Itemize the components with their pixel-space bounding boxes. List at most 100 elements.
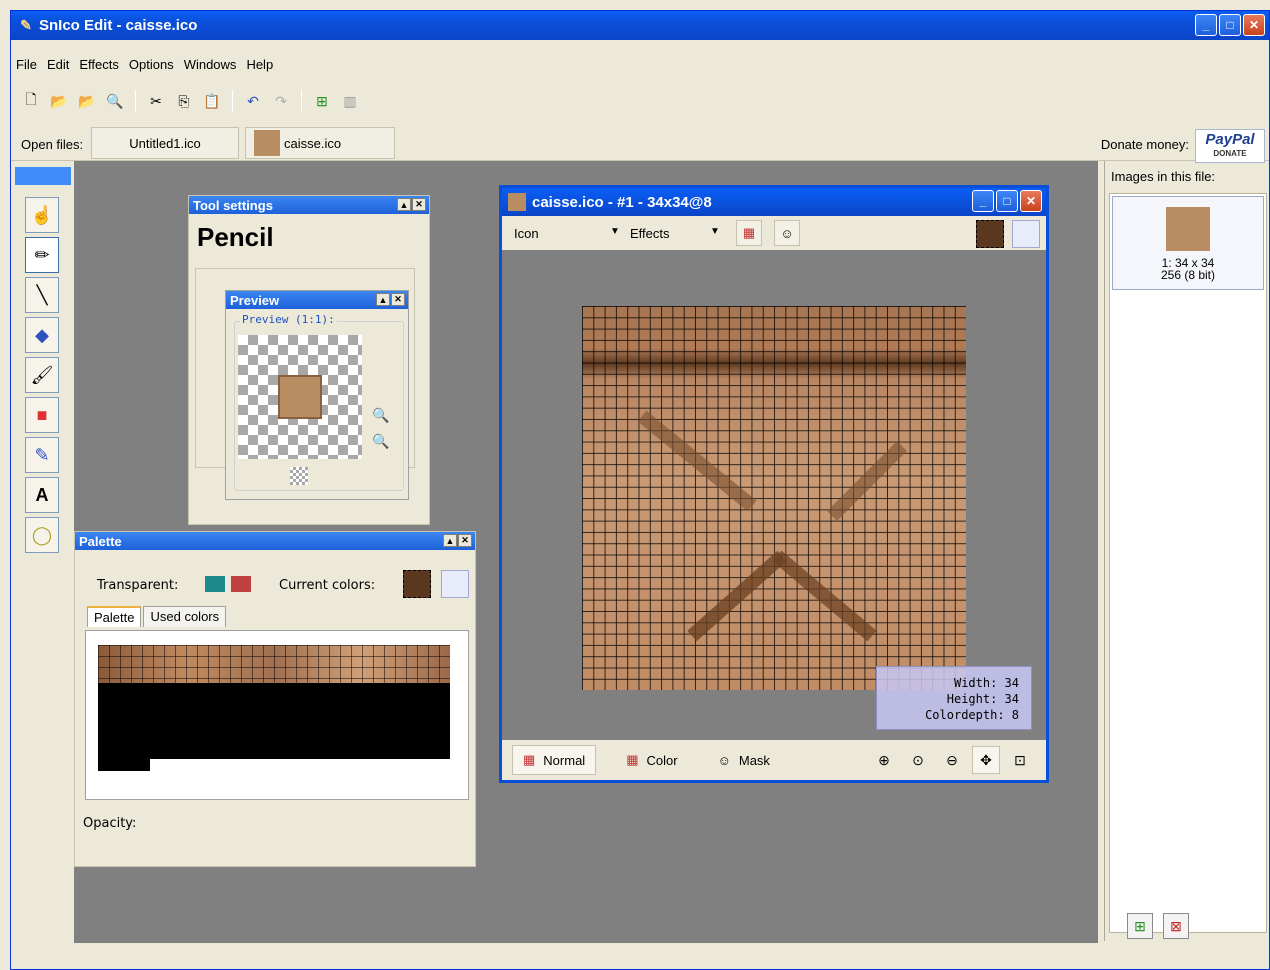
icon-editor-window: caisse.ico - #1 - 34x34@8 _ □ ✕ Icon ▼ E… (499, 185, 1049, 783)
icon-editor-titlebar: caisse.ico - #1 - 34x34@8 _ □ ✕ (502, 188, 1046, 216)
title-bar: ✎ SnIco Edit - caisse.ico _ □ ✕ (11, 11, 1269, 40)
image-depth-label: 256 (8 bit) (1160, 268, 1216, 282)
preview-panel: Preview ▲ ✕ Preview (1:1): 🔍 🔍 (225, 290, 409, 500)
lasso-tool-icon[interactable]: ◯ (25, 517, 59, 553)
delete-image-icon[interactable]: ⊠ (1163, 913, 1189, 939)
copy-icon[interactable]: ⎘ (172, 89, 196, 113)
preview-group-label: Preview (1:1): (240, 313, 337, 326)
panel-close-icon[interactable]: ✕ (412, 198, 426, 211)
color-mode-button[interactable]: ▦ Color (616, 745, 687, 775)
mask-mode-icon: ☺ (717, 752, 731, 768)
icon-editor-bottom-bar: ▦ Normal ▦ Color ☺ Mask ⊕ ⊙ ⊖ ✥ ⊡ (502, 740, 1046, 780)
zoom-out-icon[interactable]: 🔍 (372, 433, 389, 450)
line-tool-icon[interactable]: ╲ (25, 277, 59, 313)
menu-options[interactable]: Options (124, 55, 179, 77)
maximize-button[interactable]: □ (1219, 14, 1241, 36)
panel-collapse-icon[interactable]: ▲ (443, 534, 457, 547)
pixel-canvas[interactable] (582, 306, 966, 690)
tool-settings-title: Tool settings (193, 197, 273, 213)
app-title: SnIco Edit - caisse.ico (39, 17, 198, 34)
info-colordepth: Colordepth: 8 (925, 708, 1019, 722)
resize-icon[interactable]: ⊡ (1006, 746, 1034, 774)
menu-bar: File Edit Effects Options Windows Help (11, 55, 278, 77)
redo-icon[interactable]: ↷ (269, 89, 293, 113)
minimize-button[interactable]: _ (972, 190, 994, 212)
menu-windows[interactable]: Windows (179, 55, 242, 77)
primary-color-swatch[interactable] (403, 570, 431, 598)
new-icon[interactable]: 🗋 (19, 89, 43, 113)
mode-select[interactable]: Icon (514, 226, 539, 241)
mask-mode-icon[interactable]: ☺ (774, 220, 800, 246)
open-icon[interactable]: 📂 (47, 89, 71, 113)
secondary-color-swatch[interactable] (441, 570, 469, 598)
image-thumbnail[interactable]: 1: 34 x 34 256 (8 bit) (1112, 196, 1264, 290)
delete-icon[interactable]: ▥ (338, 89, 362, 113)
zoom-out-icon[interactable]: ⊖ (938, 746, 966, 774)
tool-settings-panel: Tool settings ▲ ✕ Pencil Preview ▲ ✕ Previ… (188, 195, 430, 525)
color-mode-icon[interactable]: ▦ (736, 220, 762, 246)
cut-icon[interactable]: ✂ (144, 89, 168, 113)
file-tab-untitled[interactable]: Untitled1.ico (91, 127, 239, 159)
current-colors-label: Current colors: (279, 578, 376, 593)
menu-effects[interactable]: Effects (74, 55, 124, 77)
text-tool-icon[interactable]: A (25, 477, 59, 513)
app-window: ✎ SnIco Edit - caisse.ico _ □ ✕ File Edi… (10, 10, 1270, 970)
palette-colors[interactable] (98, 645, 450, 683)
fill-tool-icon[interactable]: ◆ (25, 317, 59, 353)
panel-collapse-icon[interactable]: ▲ (376, 293, 390, 306)
mask-mode-button[interactable]: ☺ Mask (708, 745, 780, 775)
paste-icon[interactable]: 📋 (200, 89, 224, 113)
open-files-label: Open files: (21, 137, 84, 152)
palette-grid[interactable] (85, 630, 469, 800)
info-width: Width: 34 (953, 676, 1019, 690)
add-image-icon[interactable]: ⊞ (1127, 913, 1153, 939)
properties-icon[interactable]: 🔍 (103, 89, 127, 113)
tab-palette[interactable]: Palette (87, 606, 142, 627)
preview-titlebar: Preview ▲ ✕ (226, 291, 408, 309)
add-image-icon[interactable]: ⊞ (310, 89, 334, 113)
eraser-tool-icon[interactable]: ✎ (25, 437, 59, 473)
zoom-in-icon[interactable]: 🔍 (372, 407, 389, 424)
panel-collapse-icon[interactable]: ▲ (397, 198, 411, 211)
close-button[interactable]: ✕ (1020, 190, 1042, 212)
paypal-donate-button[interactable]: PayPal DONATE (1195, 129, 1265, 163)
normal-mode-button[interactable]: ▦ Normal (512, 745, 597, 775)
icon-editor-toolbar: Icon ▼ Effects ▼ ▦ ☺ (502, 216, 1046, 250)
crate-icon (1166, 207, 1210, 251)
rectangle-tool-icon[interactable]: ■ (25, 397, 59, 433)
transparent-inverse-icon[interactable] (231, 576, 251, 592)
effects-select[interactable]: Effects (630, 226, 670, 241)
chevron-down-icon[interactable]: ▼ (610, 226, 620, 237)
primary-color-swatch[interactable] (976, 220, 1004, 248)
transparency-toggle-icon[interactable] (290, 467, 308, 485)
palette-panel: Palette ▲ ✕ Transparent: Current colors: … (74, 531, 476, 867)
color-picker-icon[interactable]: 🖌 (25, 357, 59, 393)
icon-editor-title: caisse.ico - #1 - 34x34@8 (532, 193, 712, 211)
file-tab-label: caisse.ico (284, 135, 342, 151)
canvas-area: Width: 34 Height: 34 Colordepth: 8 (502, 250, 1046, 740)
image-info-box: Width: 34 Height: 34 Colordepth: 8 (876, 666, 1032, 730)
undo-icon[interactable]: ↶ (241, 89, 265, 113)
maximize-button[interactable]: □ (996, 190, 1018, 212)
chevron-down-icon[interactable]: ▼ (710, 226, 720, 237)
toolbox-header (15, 167, 71, 185)
secondary-color-swatch[interactable] (1012, 220, 1040, 248)
menu-help[interactable]: Help (241, 55, 278, 77)
menu-file[interactable]: File (11, 55, 42, 77)
transparent-screen-icon[interactable] (205, 576, 225, 592)
fit-view-icon[interactable]: ✥ (972, 746, 1000, 774)
panel-close-icon[interactable]: ✕ (391, 293, 405, 306)
zoom-in-icon[interactable]: ⊕ (870, 746, 898, 774)
tab-used-colors[interactable]: Used colors (143, 606, 227, 627)
pencil-tool-icon[interactable]: ✏ (25, 237, 59, 273)
minimize-button[interactable]: _ (1195, 14, 1217, 36)
zoom-reset-icon[interactable]: ⊙ (904, 746, 932, 774)
color-mode-icon: ▦ (626, 752, 639, 767)
close-button[interactable]: ✕ (1243, 14, 1265, 36)
hand-tool-icon[interactable]: ☝ (25, 197, 59, 233)
file-tab-caisse[interactable]: caisse.ico (245, 127, 395, 159)
menu-edit[interactable]: Edit (42, 55, 74, 77)
tool-settings-titlebar: Tool settings ▲ ✕ (189, 196, 429, 214)
open-folder-icon[interactable]: 📂 (75, 89, 99, 113)
panel-close-icon[interactable]: ✕ (458, 534, 472, 547)
